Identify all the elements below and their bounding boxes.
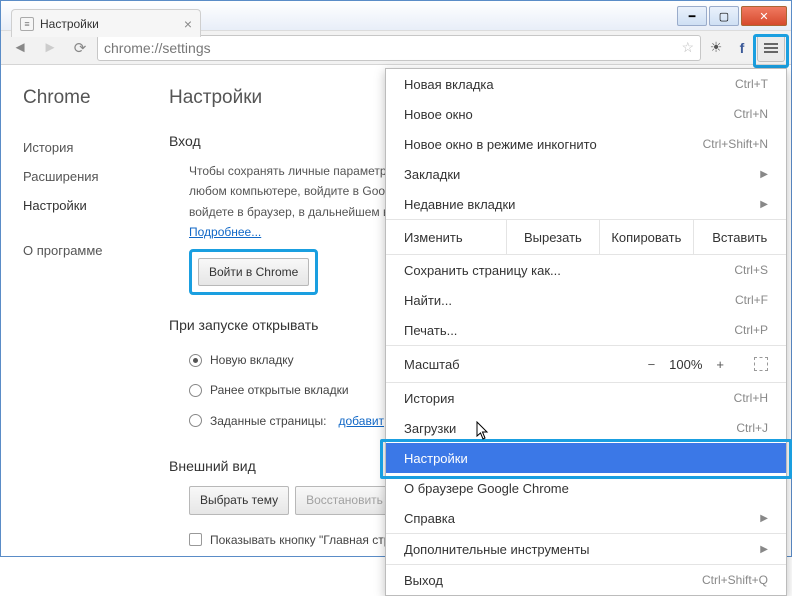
menu-copy[interactable]: Копировать (599, 220, 692, 254)
chevron-right-icon: ▶ (760, 199, 768, 210)
tab-title: Настройки (40, 17, 99, 31)
maximize-button[interactable]: ▢ (709, 6, 739, 26)
sidebar-item-history[interactable]: История (23, 133, 151, 162)
menu-recent-tabs[interactable]: Недавние вкладки▶ (386, 189, 786, 219)
menu-incognito[interactable]: Новое окно в режиме инкогнитоCtrl+Shift+… (386, 129, 786, 159)
login-desc-1: Чтобы сохранять личные параметры (189, 164, 395, 178)
zoom-out-button[interactable]: − (648, 357, 656, 372)
menu-new-tab[interactable]: Новая вкладкаCtrl+T (386, 69, 786, 99)
menu-exit[interactable]: ВыходCtrl+Shift+Q (386, 565, 786, 595)
radio-icon (189, 354, 202, 367)
menu-bookmarks[interactable]: Закладки▶ (386, 159, 786, 189)
menu-settings[interactable]: Настройки (386, 443, 786, 473)
chevron-right-icon: ▶ (760, 513, 768, 524)
bookmark-star-icon[interactable]: ☆ (681, 39, 694, 56)
login-desc-3: войдете в браузер, в дальнейшем вхо (189, 205, 402, 219)
menu-save-page[interactable]: Сохранить страницу как...Ctrl+S (386, 255, 786, 285)
menu-print[interactable]: Печать...Ctrl+P (386, 315, 786, 345)
menu-downloads[interactable]: ЗагрузкиCtrl+J (386, 413, 786, 443)
signin-highlight: Войти в Chrome (189, 249, 318, 295)
learn-more-link[interactable]: Подробнее... (189, 225, 261, 239)
radio-icon (189, 384, 202, 397)
menu-new-window[interactable]: Новое окноCtrl+N (386, 99, 786, 129)
chevron-right-icon: ▶ (760, 169, 768, 180)
sidebar: Chrome История Расширения Настройки О пр… (1, 65, 151, 556)
address-bar[interactable]: chrome://settings ☆ (97, 35, 701, 61)
minimize-button[interactable]: ━ (677, 6, 707, 26)
menu-zoom: Масштаб − 100% + (386, 346, 786, 382)
chevron-right-icon: ▶ (760, 544, 768, 555)
menu-history[interactable]: ИсторияCtrl+H (386, 383, 786, 413)
edit-label: Изменить (386, 220, 506, 254)
menu-edit-row: Изменить Вырезать Копировать Вставить (386, 220, 786, 254)
back-button[interactable]: ◄ (7, 35, 33, 61)
menu-help[interactable]: Справка▶ (386, 503, 786, 533)
url-text: chrome://settings (104, 40, 211, 56)
menu-find[interactable]: Найти...Ctrl+F (386, 285, 786, 315)
menu-cut[interactable]: Вырезать (506, 220, 599, 254)
reload-button[interactable]: ⟳ (67, 35, 93, 61)
extension-weather-icon[interactable]: ☀ (705, 37, 727, 59)
brand-title: Chrome (23, 87, 151, 109)
menu-about-chrome[interactable]: О браузере Google Chrome (386, 473, 786, 503)
browser-tab[interactable]: ≡ Настройки × (11, 9, 201, 37)
menu-paste[interactable]: Вставить (693, 220, 786, 254)
signin-button[interactable]: Войти в Chrome (198, 258, 309, 286)
checkbox-icon (189, 533, 202, 546)
close-tab-icon[interactable]: × (184, 16, 192, 32)
add-pages-link[interactable]: добавит (339, 411, 385, 431)
menu-more-tools[interactable]: Дополнительные инструменты▶ (386, 534, 786, 564)
fullscreen-icon[interactable] (754, 357, 768, 371)
favicon-icon: ≡ (20, 17, 34, 31)
radio-icon (189, 414, 202, 427)
main-menu-dropdown: Новая вкладкаCtrl+T Новое окноCtrl+N Нов… (385, 68, 787, 596)
login-desc-2: любом компьютере, войдите в Googl (189, 184, 394, 198)
forward-button[interactable]: ► (37, 35, 63, 61)
window-close-button[interactable]: ✕ (741, 6, 787, 26)
extension-fb-icon[interactable]: f (731, 37, 753, 59)
choose-theme-button[interactable]: Выбрать тему (189, 486, 289, 514)
main-menu-button[interactable] (757, 34, 785, 62)
sidebar-item-extensions[interactable]: Расширения (23, 162, 151, 191)
sidebar-item-settings[interactable]: Настройки (23, 191, 151, 220)
zoom-in-button[interactable]: + (716, 357, 724, 372)
zoom-value: 100% (669, 357, 702, 372)
titlebar: ≡ Настройки × ━ ▢ ✕ (1, 1, 791, 31)
sidebar-item-about[interactable]: О программе (23, 236, 151, 265)
